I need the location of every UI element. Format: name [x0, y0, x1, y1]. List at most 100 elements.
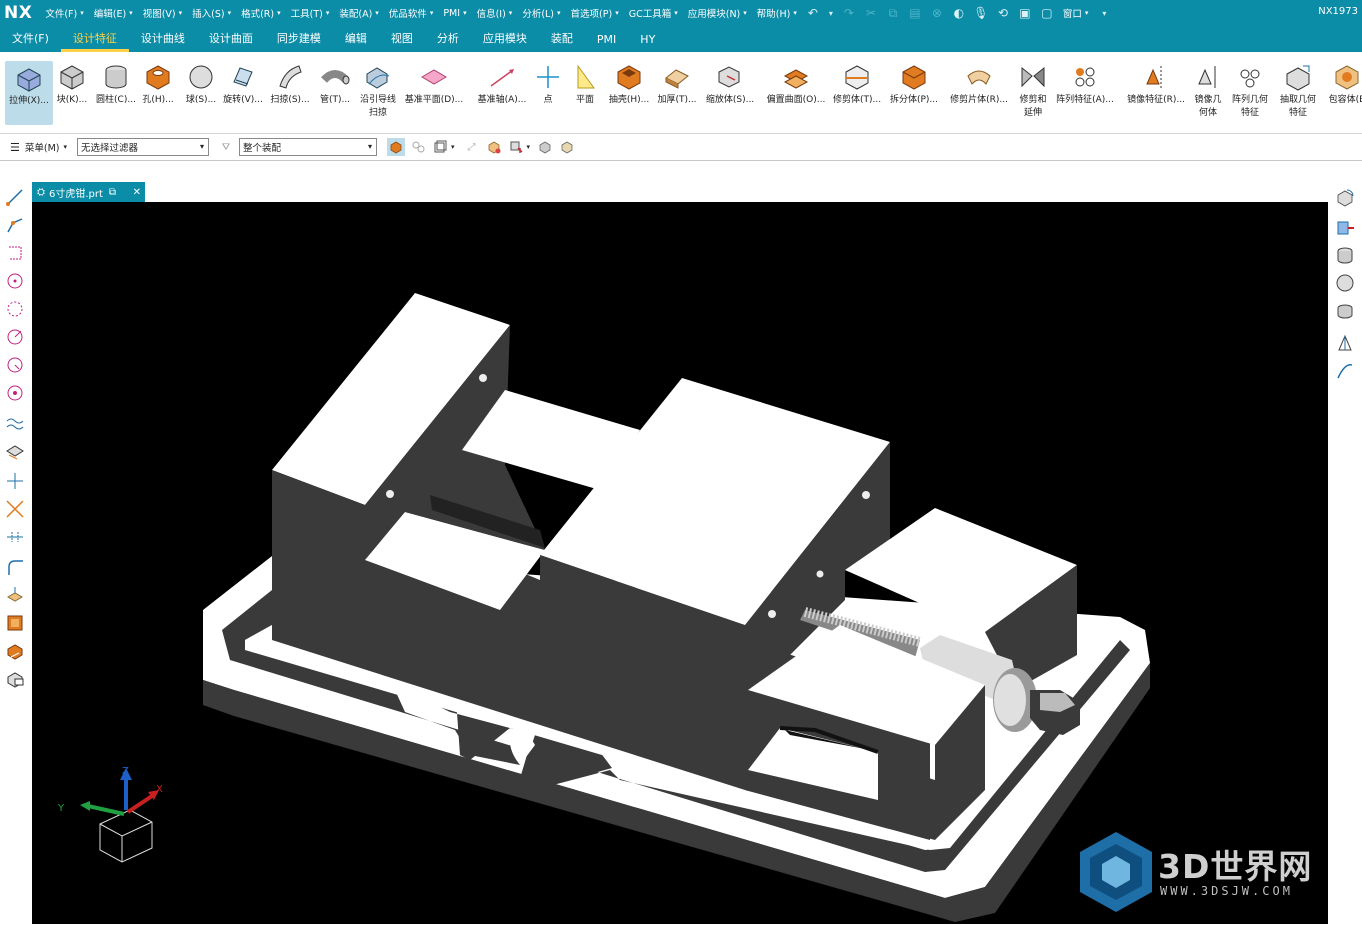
- snap-point-icon[interactable]: [485, 138, 503, 156]
- ribbon-command[interactable]: 拆分体(P)...: [890, 60, 938, 107]
- circle-dashed-icon[interactable]: [4, 298, 26, 320]
- chevron-down-icon[interactable]: ▾: [451, 143, 455, 151]
- ribbon-tab[interactable]: 设计特征: [60, 30, 129, 52]
- render-style-icon[interactable]: ◐: [951, 5, 967, 21]
- menu-item[interactable]: PMI ▾: [438, 8, 471, 19]
- point-constraint-icon[interactable]: [4, 470, 26, 492]
- polyline-icon[interactable]: [4, 214, 26, 236]
- redo-icon[interactable]: ↷: [841, 5, 857, 21]
- ribbon-command[interactable]: 沿引导线 扫掠: [354, 60, 402, 120]
- ribbon-command[interactable]: 阵列特征(A)...: [1056, 60, 1114, 107]
- select-feature-icon[interactable]: [409, 138, 427, 156]
- menu-item[interactable]: 编辑(E) ▾: [89, 6, 138, 20]
- document-tab[interactable]: ⛭ 6寸虎钳.prt ⧉ ✕: [32, 182, 145, 202]
- view-orient-icon[interactable]: [1334, 186, 1356, 208]
- ribbon-command[interactable]: 孔(H)...: [134, 60, 182, 107]
- pmi-icon[interactable]: [4, 668, 26, 690]
- detach-tab-icon[interactable]: ⧉: [109, 187, 116, 198]
- arc-icon[interactable]: [4, 354, 26, 376]
- ribbon-command[interactable]: 抽壳(H)...: [605, 60, 653, 107]
- ribbon-command[interactable]: 偏置曲面(O)...: [767, 60, 825, 107]
- microphone-icon[interactable]: 🎙: [973, 5, 989, 21]
- zoom-select-icon[interactable]: ⤢: [463, 138, 481, 156]
- ribbon-tab[interactable]: 同步建模: [265, 30, 333, 52]
- cylinder-view-icon[interactable]: [1334, 244, 1356, 266]
- intersect-icon[interactable]: [4, 498, 26, 520]
- ribbon-command[interactable]: 旋转(V)...: [219, 60, 267, 107]
- delete-icon[interactable]: ⊗: [929, 5, 945, 21]
- switch-window-icon[interactable]: ▣: [1017, 5, 1033, 21]
- show-hide-icon[interactable]: [536, 138, 554, 156]
- menu-item[interactable]: 格式(R) ▾: [236, 6, 286, 20]
- undo-icon[interactable]: ↶: [805, 5, 821, 21]
- circle-center-icon[interactable]: [4, 382, 26, 404]
- ribbon-command[interactable]: 基准轴(A)...: [478, 60, 526, 107]
- extract-curve-icon[interactable]: [4, 612, 26, 634]
- ribbon-command[interactable]: 平面: [561, 60, 609, 107]
- menu-button[interactable]: ☰ 菜单(M) ▾: [0, 140, 75, 155]
- ribbon-tab[interactable]: 分析: [425, 30, 471, 52]
- selection-filter-select[interactable]: 无选择过滤器 ▾: [77, 138, 209, 156]
- filter-icon[interactable]: ⛛: [217, 138, 235, 156]
- ribbon-tab[interactable]: 应用模块: [471, 30, 539, 52]
- curve-view-icon[interactable]: [1334, 360, 1356, 382]
- section-view-icon[interactable]: [1334, 332, 1356, 354]
- render-style-icon[interactable]: [1334, 216, 1356, 238]
- repeat-command-icon[interactable]: ⟲: [995, 5, 1011, 21]
- sketch-plane-icon[interactable]: [4, 440, 26, 462]
- menu-item[interactable]: 装配(A) ▾: [334, 6, 383, 20]
- menu-item[interactable]: 文件(F) ▾: [40, 6, 88, 20]
- ribbon-tab[interactable]: HY: [628, 33, 667, 52]
- solid-view-icon[interactable]: [1334, 300, 1356, 322]
- menu-item[interactable]: 帮助(H) ▾: [752, 6, 802, 20]
- window-icon[interactable]: ▢: [1039, 5, 1055, 21]
- ribbon-tab[interactable]: 设计曲面: [197, 30, 265, 52]
- menu-item[interactable]: 工具(T) ▾: [286, 6, 335, 20]
- customize-qa-icon[interactable]: ▾: [1096, 5, 1112, 21]
- menu-window[interactable]: 窗口 ▾: [1058, 6, 1094, 20]
- select-body-icon[interactable]: [387, 138, 405, 156]
- offset-curve-icon[interactable]: [4, 640, 26, 662]
- close-icon[interactable]: ✕: [133, 187, 141, 198]
- menu-item[interactable]: 优品软件 ▾: [384, 6, 439, 20]
- rectangle-icon[interactable]: [4, 242, 26, 264]
- ribbon-tab[interactable]: 设计曲线: [129, 30, 197, 52]
- ribbon-command[interactable]: 加厚(T)...: [653, 60, 701, 107]
- paste-icon[interactable]: ▤: [907, 5, 923, 21]
- ribbon-command[interactable]: 拉伸(X)...: [5, 61, 53, 125]
- menu-item[interactable]: 应用模块(N) ▾: [683, 6, 752, 20]
- menu-item[interactable]: 插入(S) ▾: [187, 6, 236, 20]
- ribbon-tab[interactable]: 视图: [379, 30, 425, 52]
- circle-tangent-icon[interactable]: [4, 326, 26, 348]
- cut-icon[interactable]: ✂: [863, 5, 879, 21]
- ribbon-command[interactable]: 块(K)...: [48, 60, 96, 107]
- ribbon-tab[interactable]: 编辑: [333, 30, 379, 52]
- circle-icon[interactable]: [4, 270, 26, 292]
- ribbon-command[interactable]: 修剪片体(R)...: [950, 60, 1008, 107]
- ribbon-command[interactable]: 球(S)...: [177, 60, 225, 107]
- ribbon-command[interactable]: 阵列几何 特征: [1226, 60, 1274, 120]
- ribbon-command[interactable]: 包容体(B: [1323, 60, 1362, 107]
- point-snap-icon[interactable]: [507, 138, 525, 156]
- trim-curve-icon[interactable]: [4, 526, 26, 548]
- ribbon-command[interactable]: 镜像几 何体: [1184, 60, 1232, 120]
- select-component-icon[interactable]: [431, 138, 449, 156]
- line-icon[interactable]: [4, 186, 26, 208]
- menu-item[interactable]: 首选项(P) ▾: [566, 6, 624, 20]
- shaded-icon[interactable]: [558, 138, 576, 156]
- ribbon-command[interactable]: 修剪和 延伸: [1009, 60, 1057, 120]
- menu-item[interactable]: GC工具箱 ▾: [624, 6, 683, 20]
- ribbon-command[interactable]: 修剪体(T)...: [833, 60, 881, 107]
- ribbon-command[interactable]: 缩放体(S)...: [706, 60, 754, 107]
- ribbon-tab[interactable]: 装配: [539, 30, 585, 52]
- chevron-down-icon[interactable]: ▾: [527, 143, 531, 151]
- undo-dropdown-icon[interactable]: ▾: [827, 5, 835, 21]
- menu-item[interactable]: 视图(V) ▾: [138, 6, 187, 20]
- ribbon-command[interactable]: 扫掠(S)...: [266, 60, 314, 107]
- selection-scope-select[interactable]: 整个装配 ▾: [239, 138, 377, 156]
- menu-item[interactable]: 分析(L) ▾: [517, 6, 565, 20]
- menu-item[interactable]: 信息(I) ▾: [472, 6, 518, 20]
- ribbon-command[interactable]: 圆柱(C)...: [92, 60, 140, 107]
- ribbon-command[interactable]: 基准平面(D)...: [405, 60, 463, 107]
- fillet-curve-icon[interactable]: [4, 556, 26, 578]
